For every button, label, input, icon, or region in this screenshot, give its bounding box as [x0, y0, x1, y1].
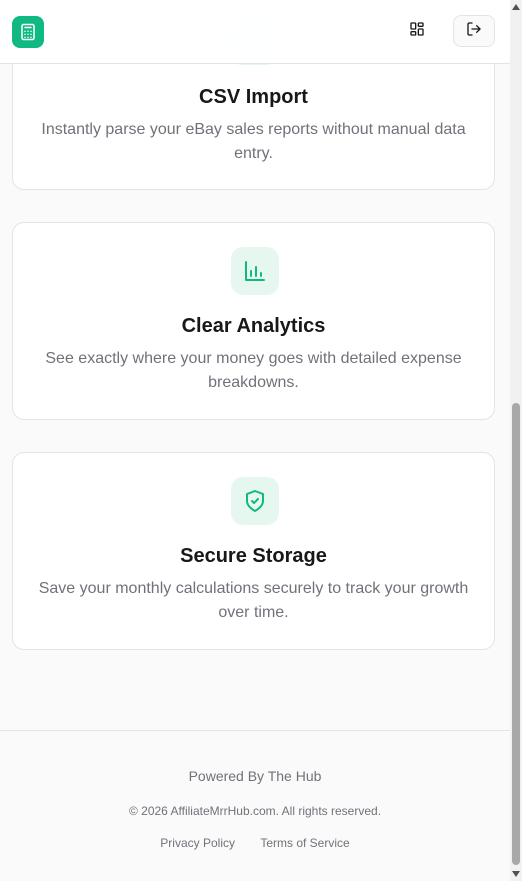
terms-of-service-link[interactable]: Terms of Service: [260, 836, 349, 850]
log-out-icon: [466, 21, 482, 42]
feature-description: Instantly parse your eBay sales reports …: [41, 121, 466, 162]
page-footer: Powered By The Hub © 2026 AffiliateMrrHu…: [0, 730, 510, 881]
feature-card-clear-analytics: Clear Analytics See exactly where your m…: [12, 222, 495, 420]
powered-by-text: Powered By The Hub: [188, 768, 322, 784]
page-viewport: CSV Import Instantly parse your eBay sal…: [0, 0, 510, 881]
scroll-down-arrow-icon[interactable]: [512, 871, 520, 877]
feature-title: Secure Storage: [180, 545, 327, 567]
logout-button[interactable]: [453, 15, 495, 47]
feature-description: See exactly where your money goes with d…: [45, 350, 462, 391]
scroll-up-arrow-icon[interactable]: [512, 4, 520, 10]
shield-check-icon: [231, 477, 279, 525]
layout-grid-icon: [409, 21, 425, 42]
dashboard-button[interactable]: [396, 15, 438, 47]
copyright-text: © 2026 AffiliateMrrHub.com. All rights r…: [128, 804, 382, 818]
top-header: [0, 0, 510, 64]
feature-title: CSV Import: [199, 86, 308, 108]
privacy-policy-link[interactable]: Privacy Policy: [160, 836, 235, 850]
vertical-scrollbar[interactable]: [510, 0, 522, 881]
scrollbar-thumb[interactable]: [512, 403, 520, 865]
calculator-icon[interactable]: [12, 16, 44, 48]
footer-links: Privacy Policy Terms of Service: [0, 836, 510, 850]
bar-chart-icon: [231, 247, 279, 295]
feature-description: Save your monthly calculations securely …: [38, 580, 469, 621]
feature-title: Clear Analytics: [181, 315, 326, 337]
feature-card-secure-storage: Secure Storage Save your monthly calcula…: [12, 452, 495, 650]
